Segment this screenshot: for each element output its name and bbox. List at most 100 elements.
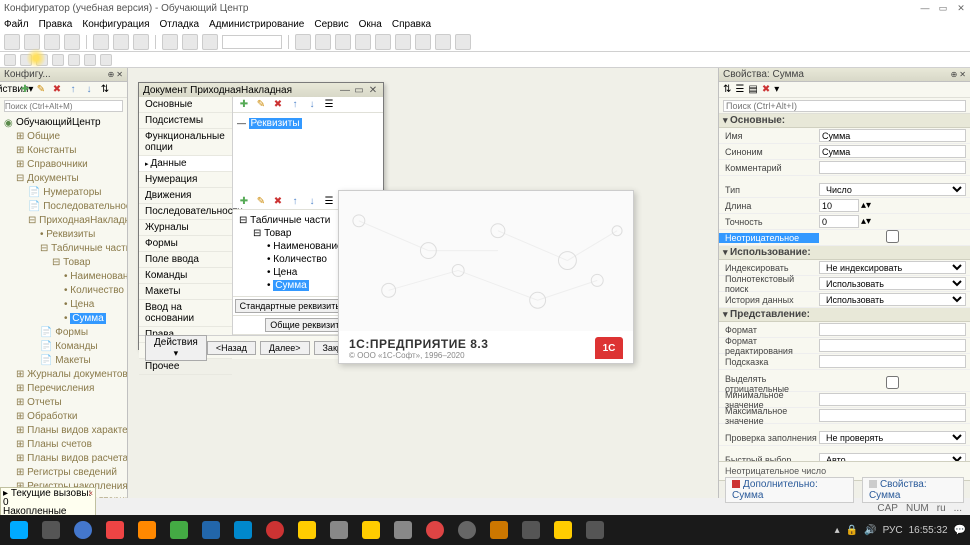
- tree-node[interactable]: Общие: [27, 131, 60, 142]
- taskbar-icon[interactable]: [324, 517, 354, 543]
- tray-icon[interactable]: ▴: [835, 525, 840, 536]
- taskbar-icon[interactable]: [420, 517, 450, 543]
- nav-item[interactable]: Журналы: [139, 220, 232, 236]
- sort-icon[interactable]: ⇅: [98, 83, 112, 97]
- down-icon[interactable]: ↓: [82, 83, 96, 97]
- tool-icon[interactable]: [68, 54, 80, 66]
- window-close-icon[interactable]: ✕: [367, 85, 379, 96]
- back-button[interactable]: <Назад: [207, 341, 256, 355]
- tool-icon[interactable]: [20, 54, 32, 66]
- taskbar-icon[interactable]: [580, 517, 610, 543]
- nav-item[interactable]: Поле ввода: [139, 252, 232, 268]
- tool-icon[interactable]: [113, 34, 129, 50]
- window-max-icon[interactable]: ▭: [353, 85, 365, 96]
- nav-item[interactable]: Функциональные опции: [139, 129, 232, 156]
- menu-service[interactable]: Сервис: [314, 19, 348, 30]
- dropdown-icon[interactable]: ▾: [774, 84, 779, 95]
- nav-item[interactable]: Ввод на основании: [139, 300, 232, 327]
- taskbar-icon[interactable]: [292, 517, 322, 543]
- tree-node[interactable]: Журналы документов: [27, 369, 127, 380]
- taskbar-icon[interactable]: [260, 517, 290, 543]
- close-icon[interactable]: ✕: [954, 2, 968, 14]
- nav-item[interactable]: Подсистемы: [139, 113, 232, 129]
- tool-icon[interactable]: [4, 34, 20, 50]
- tray-icon[interactable]: 💬: [954, 525, 966, 536]
- menu-file[interactable]: Файл: [4, 19, 29, 30]
- search-icon[interactable]: [202, 34, 218, 50]
- nav-item[interactable]: Формы: [139, 236, 232, 252]
- doc-tree-item[interactable]: Наименование: [273, 241, 342, 252]
- menu-debug[interactable]: Отладка: [159, 19, 199, 30]
- menu-config[interactable]: Конфигурация: [82, 19, 149, 30]
- actions-menu[interactable]: Действия▾: [2, 83, 16, 97]
- down-icon[interactable]: ↓: [305, 195, 319, 209]
- nav-item[interactable]: Движения: [139, 188, 232, 204]
- hist-select[interactable]: Использовать: [819, 293, 966, 306]
- tool-icon[interactable]: [84, 54, 96, 66]
- doc-tree-item[interactable]: Табличные части: [250, 215, 330, 226]
- taskbar-icon[interactable]: [196, 517, 226, 543]
- tray-icon[interactable]: 🔊: [864, 525, 876, 536]
- doc-tree-item[interactable]: Количество: [273, 254, 327, 265]
- props-icon[interactable]: ☰: [322, 98, 336, 112]
- tool-icon[interactable]: [435, 34, 451, 50]
- comment-input[interactable]: [819, 161, 966, 174]
- tree-node[interactable]: Константы: [27, 145, 76, 156]
- tree-node[interactable]: Справочники: [27, 159, 88, 170]
- delete-icon[interactable]: ✖: [271, 98, 285, 112]
- tree-node[interactable]: Планы счетов: [27, 439, 92, 450]
- panel-close-icon[interactable]: ✕: [959, 70, 966, 79]
- tool-icon[interactable]: [100, 54, 112, 66]
- nav-item[interactable]: Основные: [139, 97, 232, 113]
- tool-icon[interactable]: [355, 34, 371, 50]
- taskbar-icon[interactable]: [228, 517, 258, 543]
- tool-icon[interactable]: [335, 34, 351, 50]
- max-input[interactable]: [819, 409, 966, 422]
- next-button[interactable]: Далее>: [260, 341, 310, 355]
- doc-tree-item[interactable]: Реквизиты: [249, 118, 302, 129]
- tree-node[interactable]: Нумераторы: [43, 187, 101, 198]
- taskbar-icon[interactable]: [132, 517, 162, 543]
- precision-input[interactable]: [819, 215, 859, 228]
- edit-icon[interactable]: ✎: [34, 83, 48, 97]
- doc-tree-item-selected[interactable]: Сумма: [273, 280, 308, 291]
- section-main[interactable]: ▾ Основные:: [719, 114, 970, 128]
- tool-icon[interactable]: [133, 34, 149, 50]
- panel-close-icon[interactable]: ✕: [116, 70, 123, 79]
- tool-icon[interactable]: [455, 34, 471, 50]
- menu-windows[interactable]: Окна: [359, 19, 382, 30]
- window-min-icon[interactable]: —: [339, 85, 351, 96]
- tool-icon[interactable]: [4, 54, 16, 66]
- nav-item[interactable]: Последовательности: [139, 204, 232, 220]
- tree-node[interactable]: Количество: [70, 285, 124, 296]
- tree-node[interactable]: Отчеты: [27, 397, 62, 408]
- tool-icon[interactable]: [182, 34, 198, 50]
- tool-icon[interactable]: [52, 54, 64, 66]
- taskbar-icon[interactable]: [68, 517, 98, 543]
- index-select[interactable]: Не индексировать: [819, 261, 966, 274]
- tree-node[interactable]: Обработки: [27, 411, 77, 422]
- tool-icon[interactable]: [64, 34, 80, 50]
- taskbar-icon[interactable]: [548, 517, 578, 543]
- filter-icon[interactable]: ▤: [748, 84, 757, 95]
- nav-item-active[interactable]: Данные: [139, 156, 232, 172]
- taskbar-icon[interactable]: [452, 517, 482, 543]
- tree-node[interactable]: Цена: [70, 299, 94, 310]
- taskbar-icon[interactable]: [388, 517, 418, 543]
- add-icon[interactable]: ✚: [18, 83, 32, 97]
- nav-item[interactable]: Прочее: [139, 359, 232, 375]
- fts-select[interactable]: Использовать: [819, 277, 966, 290]
- calls-close-icon[interactable]: ×: [88, 489, 93, 498]
- props-icon[interactable]: ☰: [322, 195, 336, 209]
- taskbar-icon[interactable]: [36, 517, 66, 543]
- actions-button[interactable]: Действия ▾: [145, 335, 207, 361]
- format-input[interactable]: [819, 323, 966, 336]
- up-icon[interactable]: ↑: [66, 83, 80, 97]
- tool-icon[interactable]: [315, 34, 331, 50]
- edit-icon[interactable]: ✎: [254, 98, 268, 112]
- add-icon[interactable]: ✚: [237, 98, 251, 112]
- spinner-icon[interactable]: ▴▾: [861, 216, 871, 227]
- maximize-icon[interactable]: ▭: [936, 2, 950, 14]
- taskbar-icon[interactable]: [164, 517, 194, 543]
- remove-icon[interactable]: ✖: [762, 84, 770, 95]
